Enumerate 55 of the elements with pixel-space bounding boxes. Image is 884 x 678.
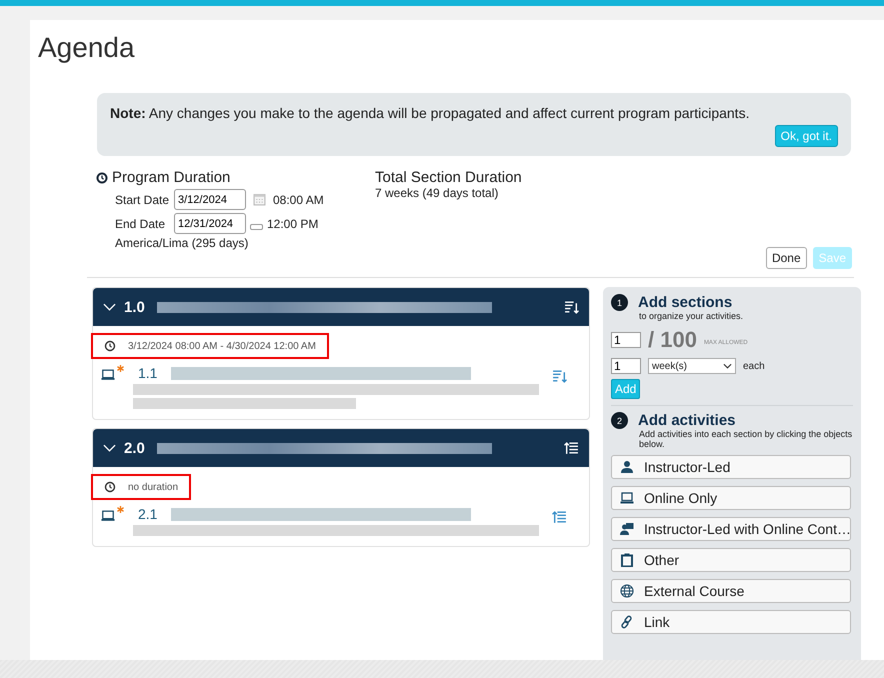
chevron-icon[interactable] — [103, 303, 116, 311]
duration-text: no duration — [128, 482, 178, 492]
clock-icon — [96, 172, 108, 184]
activity-type-button[interactable]: Other — [611, 548, 851, 572]
laptop-icon — [101, 369, 115, 381]
laptop-icon — [620, 491, 634, 505]
globe-icon — [620, 584, 634, 598]
total-duration-title: Total Section Duration — [375, 169, 522, 186]
step-subtitle: to organize your activities. — [639, 311, 744, 321]
end-time: 12:00 PM — [267, 216, 318, 230]
start-date-label: Start Date — [115, 192, 170, 206]
laptop-icon — [101, 510, 115, 522]
activity-type-button[interactable]: Instructor-Led — [611, 455, 851, 479]
page-title: Agenda — [38, 31, 136, 65]
activity-type-button[interactable]: Instructor-Led with Online Cont… — [611, 517, 851, 541]
section-number: 2.0 — [124, 440, 145, 456]
link-icon — [620, 615, 634, 629]
max-count: / 100 — [648, 327, 697, 353]
timezone-text: America/Lima (295 days) — [115, 236, 250, 250]
step-title: Add sections — [638, 294, 732, 311]
clock-icon — [104, 481, 116, 493]
total-duration-value: 7 weeks (49 days total) — [375, 186, 500, 200]
activity-number: 1.1 — [138, 365, 158, 381]
step-subtitle: Add activities into each section by clicking the objects below. — [639, 429, 854, 449]
required-star-icon — [117, 365, 124, 372]
person-icon — [620, 460, 634, 474]
each-label: each — [743, 360, 765, 372]
sort-icon[interactable] — [564, 440, 579, 456]
clipboard-icon — [620, 553, 634, 567]
person-screen-icon — [620, 522, 634, 536]
caret-icon — [723, 363, 732, 369]
end-date-field[interactable]: 12/31/2024 — [174, 213, 246, 234]
sort-icon[interactable] — [564, 300, 579, 314]
duration-text: 3/12/2024 08:00 AM - 4/30/2024 12:00 AM — [128, 340, 316, 352]
end-date-label: End Date — [115, 216, 166, 230]
activity-type-button[interactable]: Online Only — [611, 486, 851, 510]
step-number: 1 — [611, 294, 628, 311]
program-duration-title: Program Duration — [112, 169, 230, 186]
clock-icon — [104, 340, 116, 352]
done-button[interactable]: Done — [766, 247, 807, 269]
start-date-field[interactable]: 3/12/2024 — [174, 189, 246, 210]
step-number: 2 — [611, 412, 628, 429]
step-title: Add activities — [638, 412, 736, 429]
activity-number: 2.1 — [138, 506, 158, 522]
start-time: 08:00 AM — [273, 192, 324, 206]
activity-type-button[interactable]: External Course — [611, 579, 851, 603]
section-count-field[interactable]: 1 — [611, 332, 641, 348]
required-star-icon — [117, 506, 124, 513]
note-text: Note: Any changes you make to the agenda will be propagated and affect current program participants. — [110, 105, 750, 121]
time-field[interactable] — [250, 224, 263, 230]
chevron-icon[interactable] — [103, 444, 116, 452]
interval-field[interactable]: 1 — [611, 358, 641, 374]
section-number: 1.0 — [124, 298, 145, 316]
activity-type-button[interactable]: Link — [611, 610, 851, 634]
unit-dropdown[interactable]: week(s) — [648, 358, 736, 374]
